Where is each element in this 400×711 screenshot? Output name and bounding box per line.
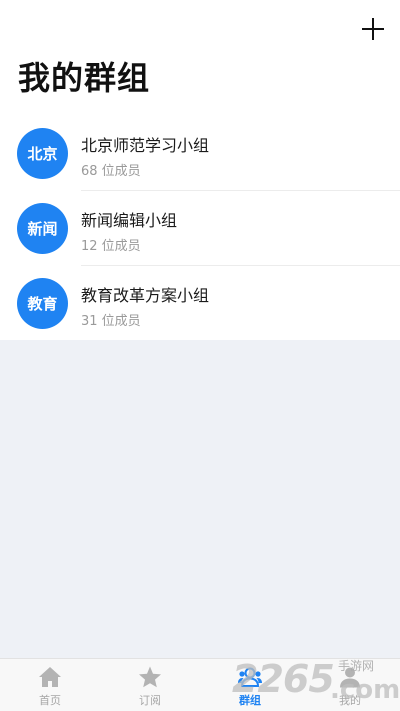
group-avatar: 新闻 [17, 203, 68, 254]
home-icon [39, 667, 61, 687]
plus-icon[interactable] [362, 18, 384, 40]
tab-label: 群组 [239, 694, 261, 707]
group-icon [238, 667, 262, 687]
group-item-beijing[interactable]: 北京 北京师范学习小组 68 位成员 [0, 116, 400, 191]
group-member-count: 68 位成员 [81, 164, 141, 179]
bottom-tab-bar: 首页 订阅 群组 我的 [0, 658, 400, 711]
tab-groups[interactable]: 群组 [200, 659, 300, 711]
group-avatar: 北京 [17, 128, 68, 179]
group-item-education[interactable]: 教育 教育改革方案小组 31 位成员 [0, 266, 400, 341]
group-list: 北京 北京师范学习小组 68 位成员 新闻 新闻编辑小组 12 位成员 教育 教… [0, 116, 400, 341]
group-member-count: 31 位成员 [81, 314, 141, 329]
tab-home[interactable]: 首页 [0, 659, 100, 711]
content-panel: 我的群组 北京 北京师范学习小组 68 位成员 新闻 新闻编辑小组 12 位成员… [0, 0, 400, 340]
tab-subscribe[interactable]: 订阅 [100, 659, 200, 711]
group-name: 北京师范学习小组 [81, 136, 210, 155]
group-avatar: 教育 [17, 278, 68, 329]
group-name: 新闻编辑小组 [81, 211, 178, 230]
tab-label: 我的 [339, 694, 361, 707]
page-title: 我的群组 [18, 59, 151, 97]
tab-label: 首页 [39, 694, 61, 707]
group-item-news[interactable]: 新闻 新闻编辑小组 12 位成员 [0, 191, 400, 266]
tab-mine[interactable]: 我的 [300, 659, 400, 711]
group-member-count: 12 位成员 [81, 239, 141, 254]
user-icon [340, 667, 360, 688]
tab-label: 订阅 [139, 694, 161, 707]
group-name: 教育改革方案小组 [81, 286, 210, 305]
star-icon [139, 666, 161, 688]
